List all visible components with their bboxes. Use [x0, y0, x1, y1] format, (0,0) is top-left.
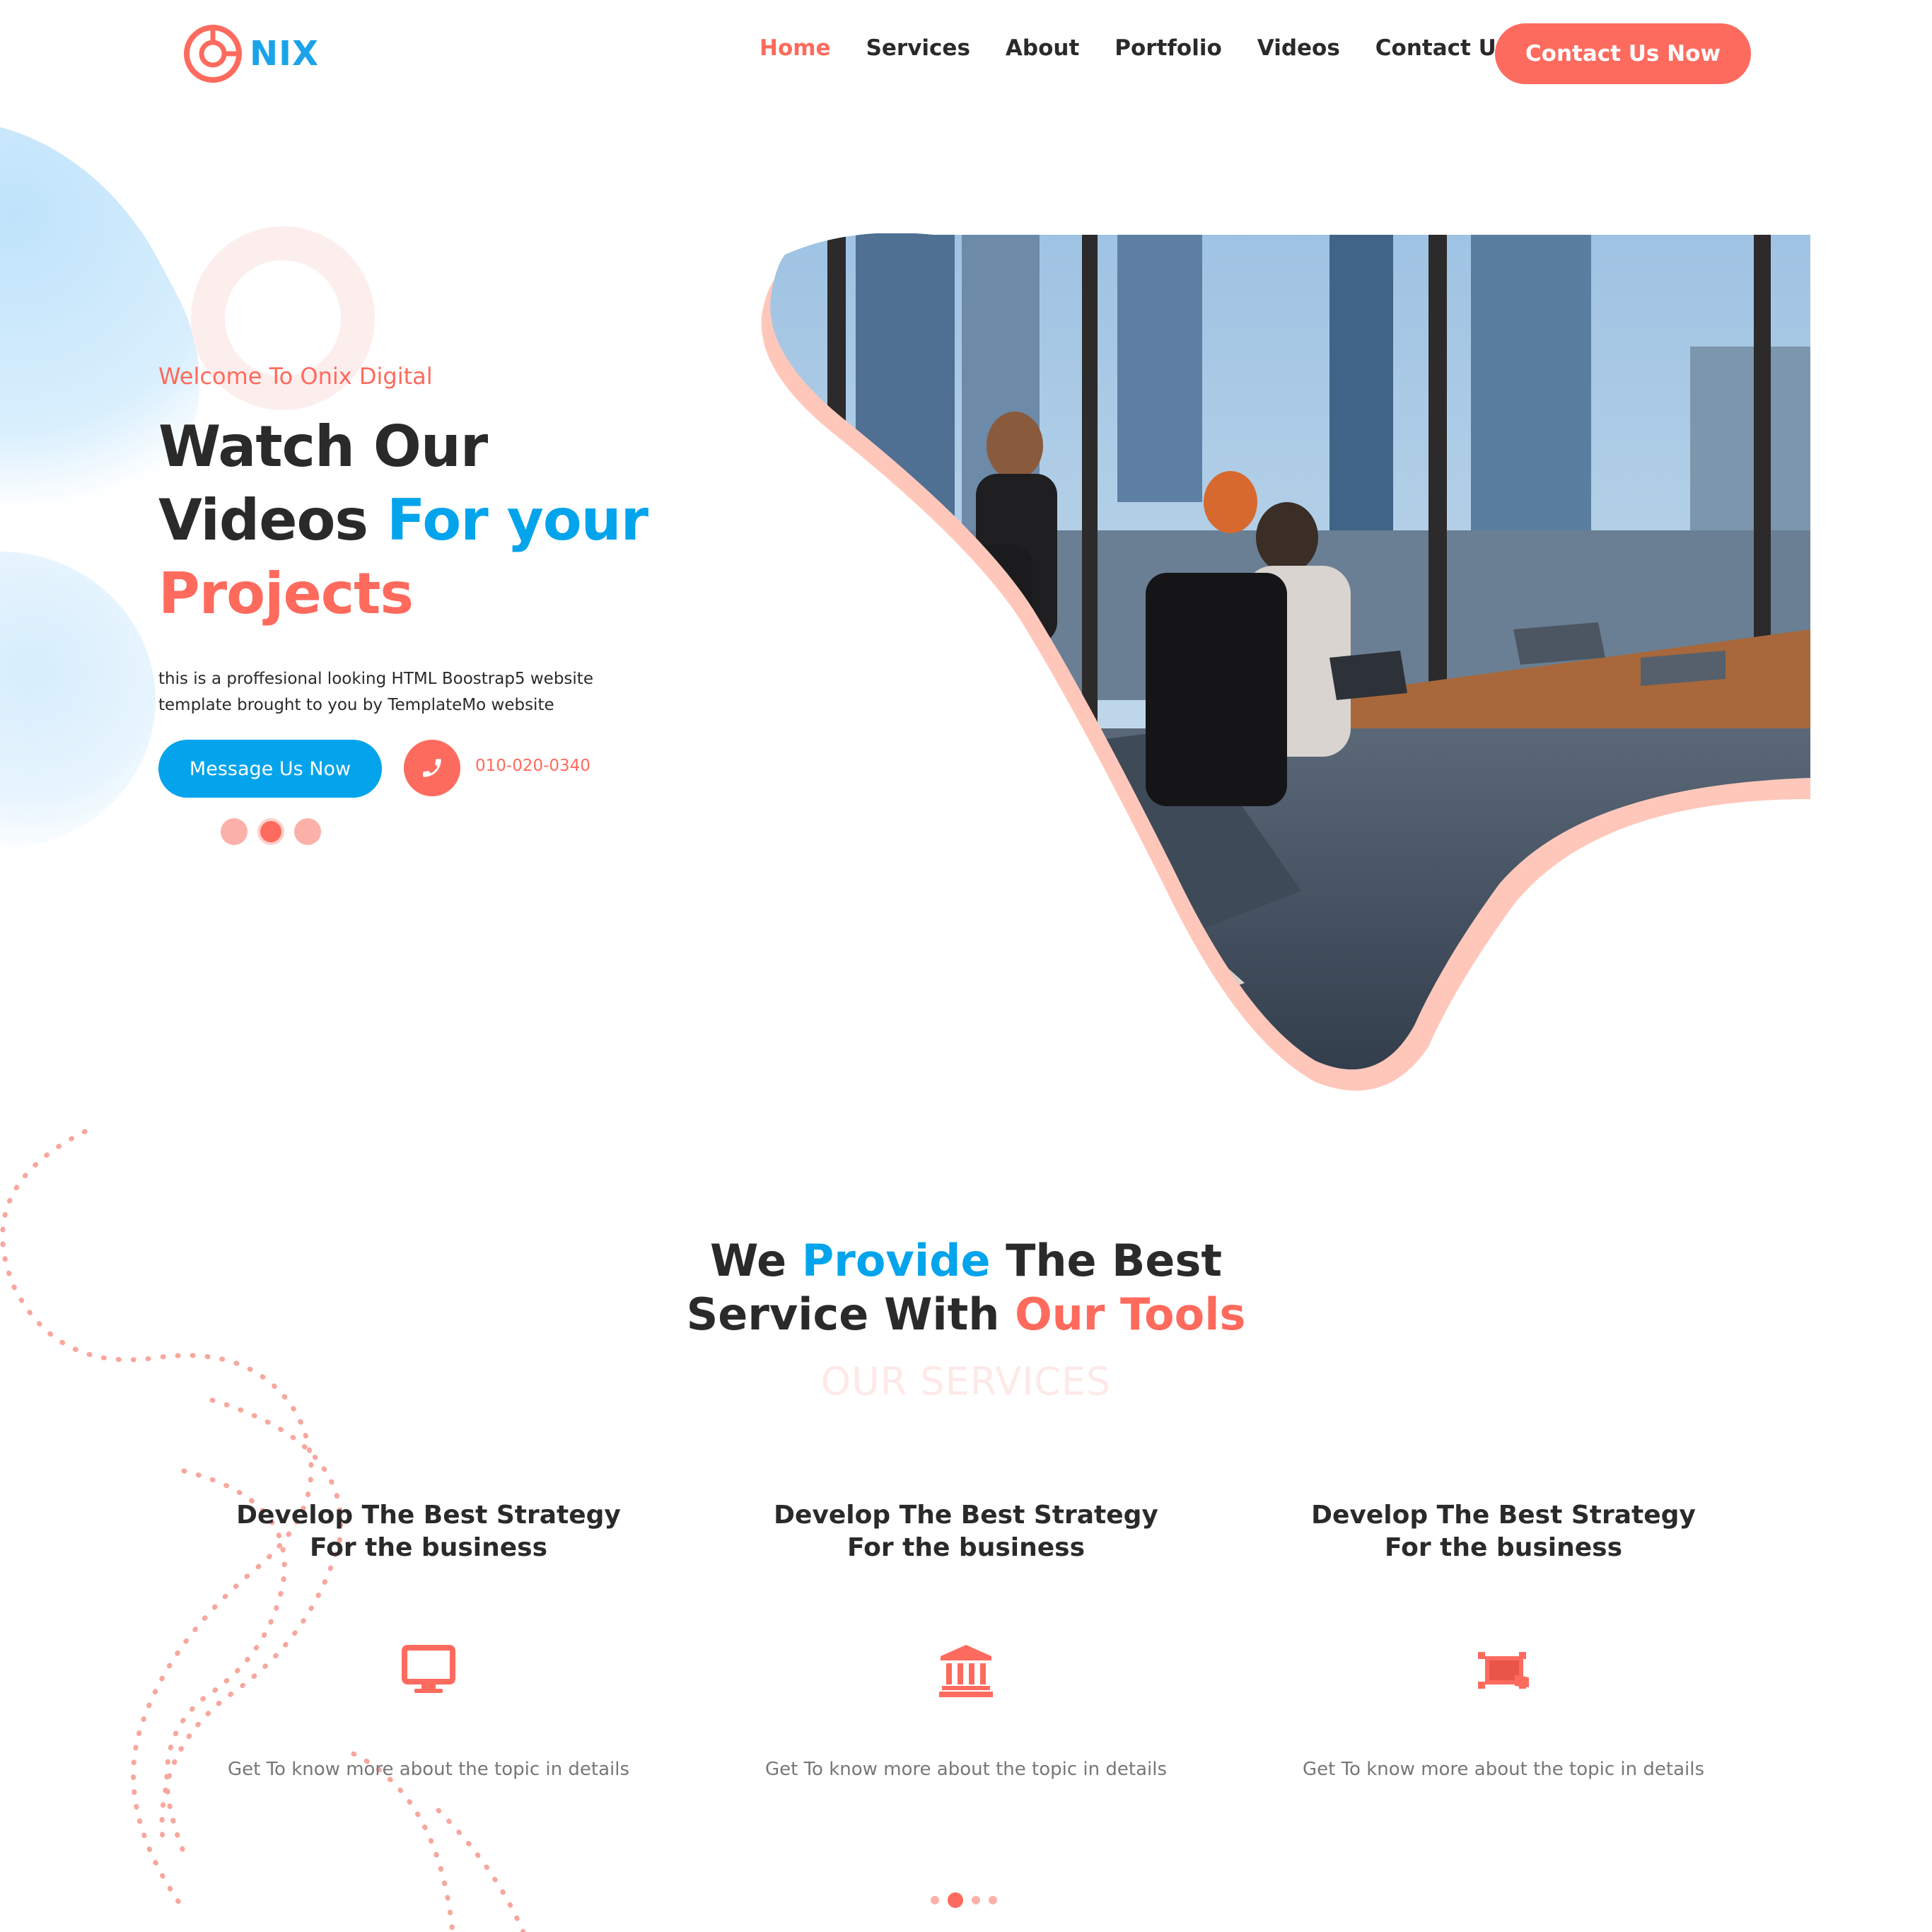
- logo-text: NIX: [250, 34, 320, 74]
- service-card-title-line1: Develop The Best Strategy: [236, 1501, 621, 1530]
- decorative-blob: [0, 552, 156, 849]
- service-card-title-line1: Develop The Best Strategy: [1311, 1501, 1696, 1530]
- hero-title-line3: Projects: [158, 561, 414, 627]
- services-pager-dot-3[interactable]: [972, 1896, 980, 1904]
- logo-icon: [184, 25, 242, 83]
- message-us-button[interactable]: Message Us Now: [158, 740, 382, 798]
- contact-us-now-button[interactable]: Contact Us Now: [1495, 23, 1751, 84]
- site-header: NIX Home Services About Portfolio Videos…: [0, 0, 1932, 106]
- phone-number[interactable]: 010-020-0340: [475, 757, 590, 775]
- service-card-title-line2: For the business: [1384, 1533, 1622, 1562]
- logo[interactable]: NIX: [180, 21, 319, 86]
- main-nav: Home Services About Portfolio Videos Con…: [760, 35, 1544, 61]
- service-card-title: Develop The Best Strategy For the busine…: [216, 1499, 641, 1564]
- nav-home[interactable]: Home: [760, 35, 831, 61]
- services-title-e: Our Tools: [1014, 1288, 1246, 1340]
- nav-videos[interactable]: Videos: [1257, 35, 1340, 61]
- slider-dot-2[interactable]: [257, 818, 284, 845]
- service-card-title-line1: Develop The Best Strategy: [774, 1501, 1158, 1530]
- services-title-b: Provide: [801, 1235, 991, 1286]
- hero-title-line1: Watch Our: [158, 414, 488, 479]
- service-card[interactable]: Develop The Best Strategy For the busine…: [754, 1499, 1178, 1783]
- hero-title: Watch Our Videos For your Projects: [158, 410, 648, 631]
- service-card-title: Develop The Best Strategy For the busine…: [754, 1499, 1178, 1564]
- service-card-text: Get To know more about the topic in deta…: [227, 1759, 629, 1780]
- slider-dot-3[interactable]: [294, 818, 321, 845]
- service-card-title-line2: For the business: [309, 1533, 547, 1562]
- services-title-a: We: [709, 1235, 787, 1286]
- nav-services[interactable]: Services: [866, 35, 970, 61]
- services-watermark: OUR SERVICES: [820, 1359, 1112, 1404]
- service-card[interactable]: Develop The Best Strategy For the busine…: [216, 1499, 641, 1783]
- service-card-text: Get To know more about the topic in deta…: [764, 1759, 1167, 1780]
- hero-image: [761, 233, 1810, 1091]
- phone-icon: [423, 759, 441, 777]
- services-title: We Provide The Best Service With Our Too…: [0, 1234, 1932, 1342]
- hero-slider-dots: [221, 818, 321, 845]
- nav-contact[interactable]: Contact Us: [1375, 35, 1509, 61]
- bank-icon: [939, 1645, 993, 1697]
- services-pager-dot-1[interactable]: [931, 1896, 939, 1904]
- services-title-c: The Best: [1006, 1235, 1223, 1286]
- phone-button[interactable]: [404, 740, 460, 796]
- page: NIX Home Services About Portfolio Videos…: [0, 0, 1932, 1932]
- monitor-icon: [402, 1645, 455, 1693]
- hero-subtitle: Welcome To Onix Digital: [158, 363, 433, 390]
- hero-title-line2b: For your: [386, 487, 648, 553]
- service-card-title-line2: For the business: [846, 1533, 1085, 1562]
- services-title-d: Service With: [686, 1288, 1000, 1340]
- service-card-title: Develop The Best Strategy For the busine…: [1291, 1499, 1716, 1564]
- crop-icon: [1478, 1652, 1529, 1689]
- service-card-text: Get To know more about the topic in deta…: [1302, 1759, 1704, 1780]
- hero-description: this is a proffesional looking HTML Boos…: [158, 670, 593, 714]
- nav-about[interactable]: About: [1006, 35, 1079, 61]
- hero-title-line2a: Videos: [158, 487, 368, 553]
- services-pager-dot-4[interactable]: [989, 1896, 997, 1904]
- slider-dot-1[interactable]: [221, 818, 248, 845]
- services-pager-dot-2[interactable]: [948, 1892, 963, 1908]
- service-card[interactable]: Develop The Best Strategy For the busine…: [1291, 1499, 1716, 1783]
- nav-portfolio[interactable]: Portfolio: [1115, 35, 1221, 61]
- services-pager: [931, 1892, 997, 1908]
